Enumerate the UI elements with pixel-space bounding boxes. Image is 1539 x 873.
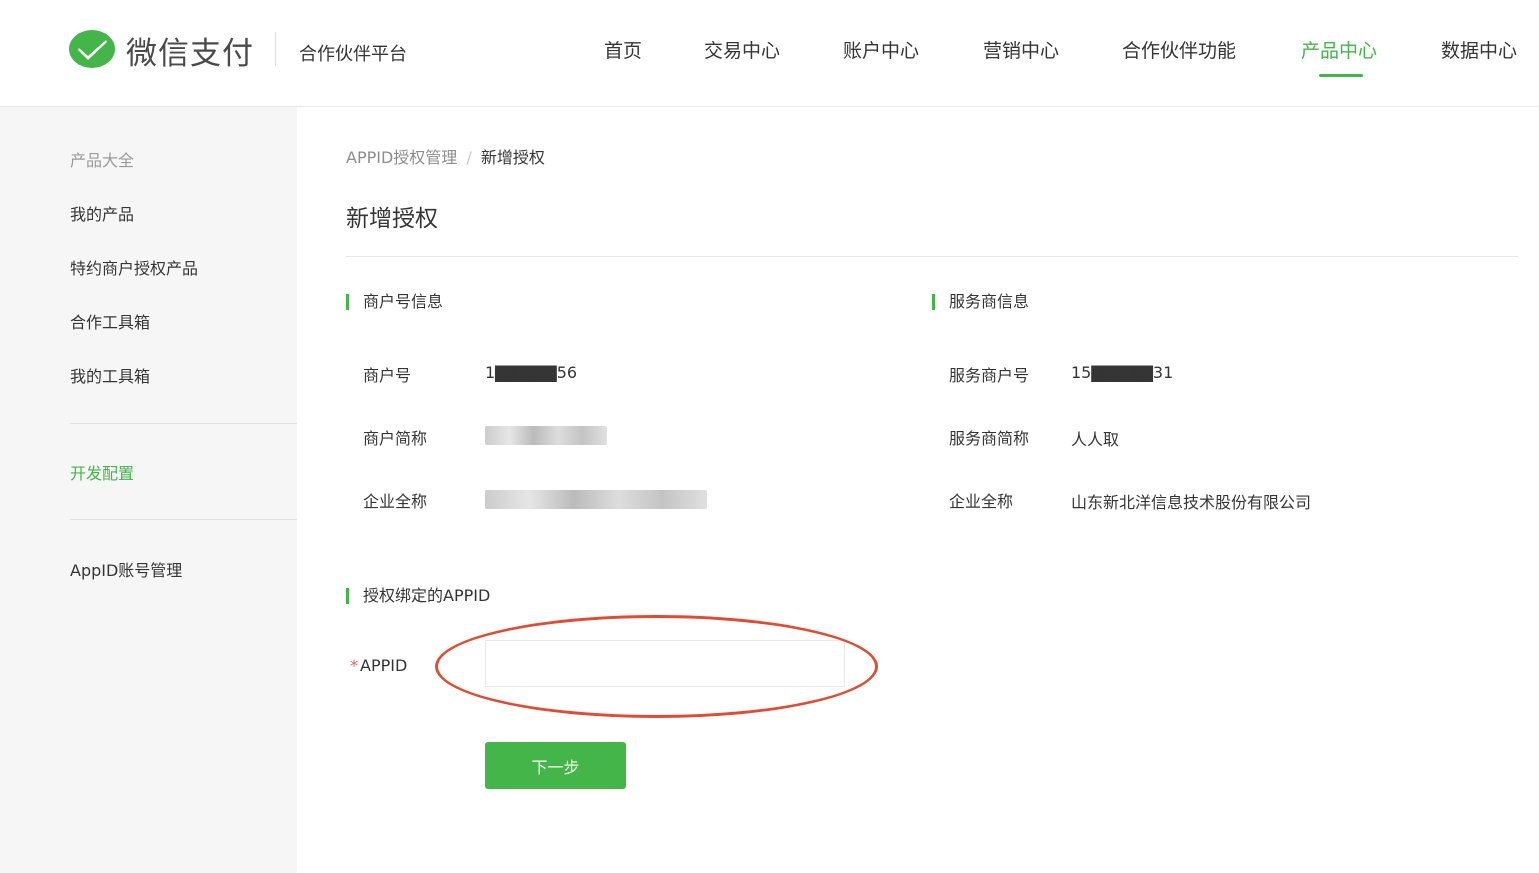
page-title: 新增授权	[346, 206, 438, 232]
sidebar-divider	[70, 519, 297, 520]
provider-full-name-label: 企业全称	[949, 492, 1014, 511]
breadcrumb: APPID授权管理 / 新增授权	[346, 144, 545, 168]
sidebar-title: 产品大全	[70, 151, 135, 170]
required-mark: *	[350, 656, 358, 675]
appid-input[interactable]	[485, 640, 845, 687]
merchant-short-name-value: ▇▇▇▇▇▇	[485, 426, 607, 445]
nav-marketing[interactable]: 营销中心	[983, 36, 1059, 63]
merchant-info-heading: 商户号信息	[346, 294, 443, 310]
appid-label-text: APPID	[360, 656, 408, 675]
nav-partner-functions[interactable]: 合作伙伴功能	[1122, 36, 1236, 63]
merchant-full-name-label: 企业全称	[363, 492, 428, 511]
nav-account[interactable]: 账户中心	[843, 36, 919, 63]
platform-name: 合作伙伴平台	[299, 44, 407, 65]
title-divider	[346, 256, 1518, 257]
sidebar-item-my-toolbox[interactable]: 我的工具箱	[70, 363, 150, 387]
header-divider	[275, 32, 276, 66]
provider-info-heading: 服务商信息	[932, 294, 1029, 310]
main-content: APPID授权管理 / 新增授权 新增授权 商户号信息 商户号 1▇▇▇▇▇56…	[297, 107, 1539, 873]
provider-short-name-label: 服务商简称	[949, 429, 1030, 448]
nav-home[interactable]: 首页	[604, 36, 642, 63]
breadcrumb-separator: /	[466, 148, 472, 167]
sidebar-item-partner-toolbox[interactable]: 合作工具箱	[70, 309, 150, 333]
wechat-pay-logo[interactable]: 微信支付	[68, 28, 254, 73]
appid-field-label: * APPID	[350, 656, 407, 675]
provider-no-label: 服务商户号	[949, 366, 1030, 385]
next-step-button[interactable]: 下一步	[485, 742, 626, 789]
provider-full-name-value: 山东新北洋信息技术股份有限公司	[1071, 493, 1312, 512]
merchant-no-value: 1▇▇▇▇▇56	[485, 363, 578, 382]
appid-section-heading: 授权绑定的APPID	[346, 588, 490, 604]
provider-no-value: 15▇▇▇▇▇31	[1071, 363, 1174, 382]
sidebar-item-authorized-products[interactable]: 特约商户授权产品	[70, 255, 198, 279]
nav-products[interactable]: 产品中心	[1301, 36, 1377, 63]
breadcrumb-parent[interactable]: APPID授权管理	[346, 148, 457, 167]
provider-short-name-value: 人人取	[1071, 430, 1120, 449]
sidebar: 产品大全 我的产品 特约商户授权产品 合作工具箱 我的工具箱 开发配置 AppI…	[0, 107, 297, 873]
sidebar-item-dev-config[interactable]: 开发配置	[70, 460, 134, 484]
nav-data[interactable]: 数据中心	[1441, 36, 1517, 63]
active-nav-indicator	[1319, 74, 1363, 77]
merchant-no-label: 商户号	[363, 366, 412, 385]
wechat-pay-logo-icon	[69, 29, 115, 68]
top-header: 微信支付 合作伙伴平台 首页 交易中心 账户中心 营销中心 合作伙伴功能 产品中…	[0, 0, 1539, 107]
sidebar-item-my-products[interactable]: 我的产品	[70, 201, 134, 225]
brand-name: 微信支付	[126, 36, 254, 72]
merchant-short-name-label: 商户简称	[363, 429, 428, 448]
sidebar-divider	[70, 423, 297, 424]
sidebar-item-appid-management[interactable]: AppID账号管理	[70, 557, 182, 581]
nav-transactions[interactable]: 交易中心	[704, 36, 780, 63]
breadcrumb-current: 新增授权	[480, 148, 545, 167]
merchant-full-name-value: ▇▇▇▇▇▇▇▇▇▇▇▇	[485, 490, 707, 509]
